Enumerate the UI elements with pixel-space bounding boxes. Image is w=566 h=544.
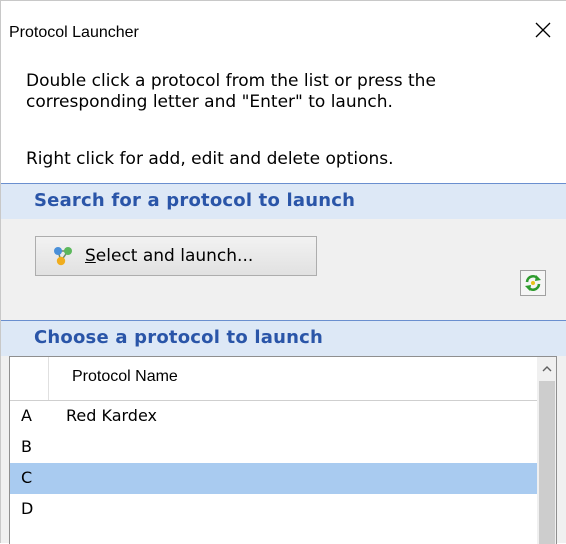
search-section-title: Search for a protocol to launch bbox=[34, 190, 356, 211]
instruction-line-3: Right click for add, edit and delete opt… bbox=[26, 149, 394, 169]
protocol-grid: Protocol Name A Red Kardex B C D bbox=[9, 356, 557, 544]
grid-row-c[interactable]: C bbox=[10, 463, 537, 494]
select-and-launch-label: Select and launch... bbox=[85, 246, 253, 266]
chevron-up-icon bbox=[542, 365, 552, 371]
molecule-icon bbox=[54, 247, 72, 266]
row-protocol-name: Red Kardex bbox=[66, 406, 157, 425]
grid-row-b[interactable]: B bbox=[10, 432, 537, 463]
select-and-launch-text: elect and launch... bbox=[95, 246, 254, 266]
select-and-launch-button[interactable]: Select and launch... bbox=[35, 236, 317, 276]
row-letter: B bbox=[21, 437, 32, 456]
row-letter: C bbox=[21, 468, 33, 487]
search-area: Select and launch... bbox=[1, 219, 566, 315]
instruction-line-2: corresponding letter and "Enter" to laun… bbox=[26, 92, 393, 112]
close-button[interactable] bbox=[520, 11, 566, 49]
vertical-scrollbar[interactable] bbox=[537, 357, 556, 544]
row-letter: A bbox=[21, 406, 32, 425]
column-header-protocol-name[interactable]: Protocol Name bbox=[72, 368, 178, 386]
grid-row-a[interactable]: A Red Kardex bbox=[10, 401, 537, 432]
refresh-button[interactable] bbox=[520, 270, 546, 296]
row-header-corner bbox=[10, 357, 49, 400]
grid-row-d[interactable]: D bbox=[10, 494, 537, 525]
instructions-panel: Double click a protocol from the list or… bbox=[1, 55, 566, 183]
search-section-header: Search for a protocol to launch bbox=[1, 183, 566, 219]
scroll-up-button[interactable] bbox=[537, 357, 556, 379]
refresh-icon bbox=[525, 275, 541, 291]
scroll-thumb[interactable] bbox=[539, 381, 555, 544]
hotkey-letter: S bbox=[85, 246, 96, 266]
window-title: Protocol Launcher bbox=[9, 24, 139, 41]
row-letter: D bbox=[21, 499, 34, 518]
instruction-line-1: Double click a protocol from the list or… bbox=[26, 71, 436, 91]
title-bar: Protocol Launcher bbox=[1, 1, 566, 55]
choose-section-header: Choose a protocol to launch bbox=[1, 320, 566, 356]
choose-section-title: Choose a protocol to launch bbox=[34, 327, 323, 348]
protocol-launcher-window: Protocol Launcher Double click a protoco… bbox=[0, 0, 566, 544]
grid-header: Protocol Name bbox=[10, 357, 537, 401]
close-icon bbox=[535, 22, 551, 38]
